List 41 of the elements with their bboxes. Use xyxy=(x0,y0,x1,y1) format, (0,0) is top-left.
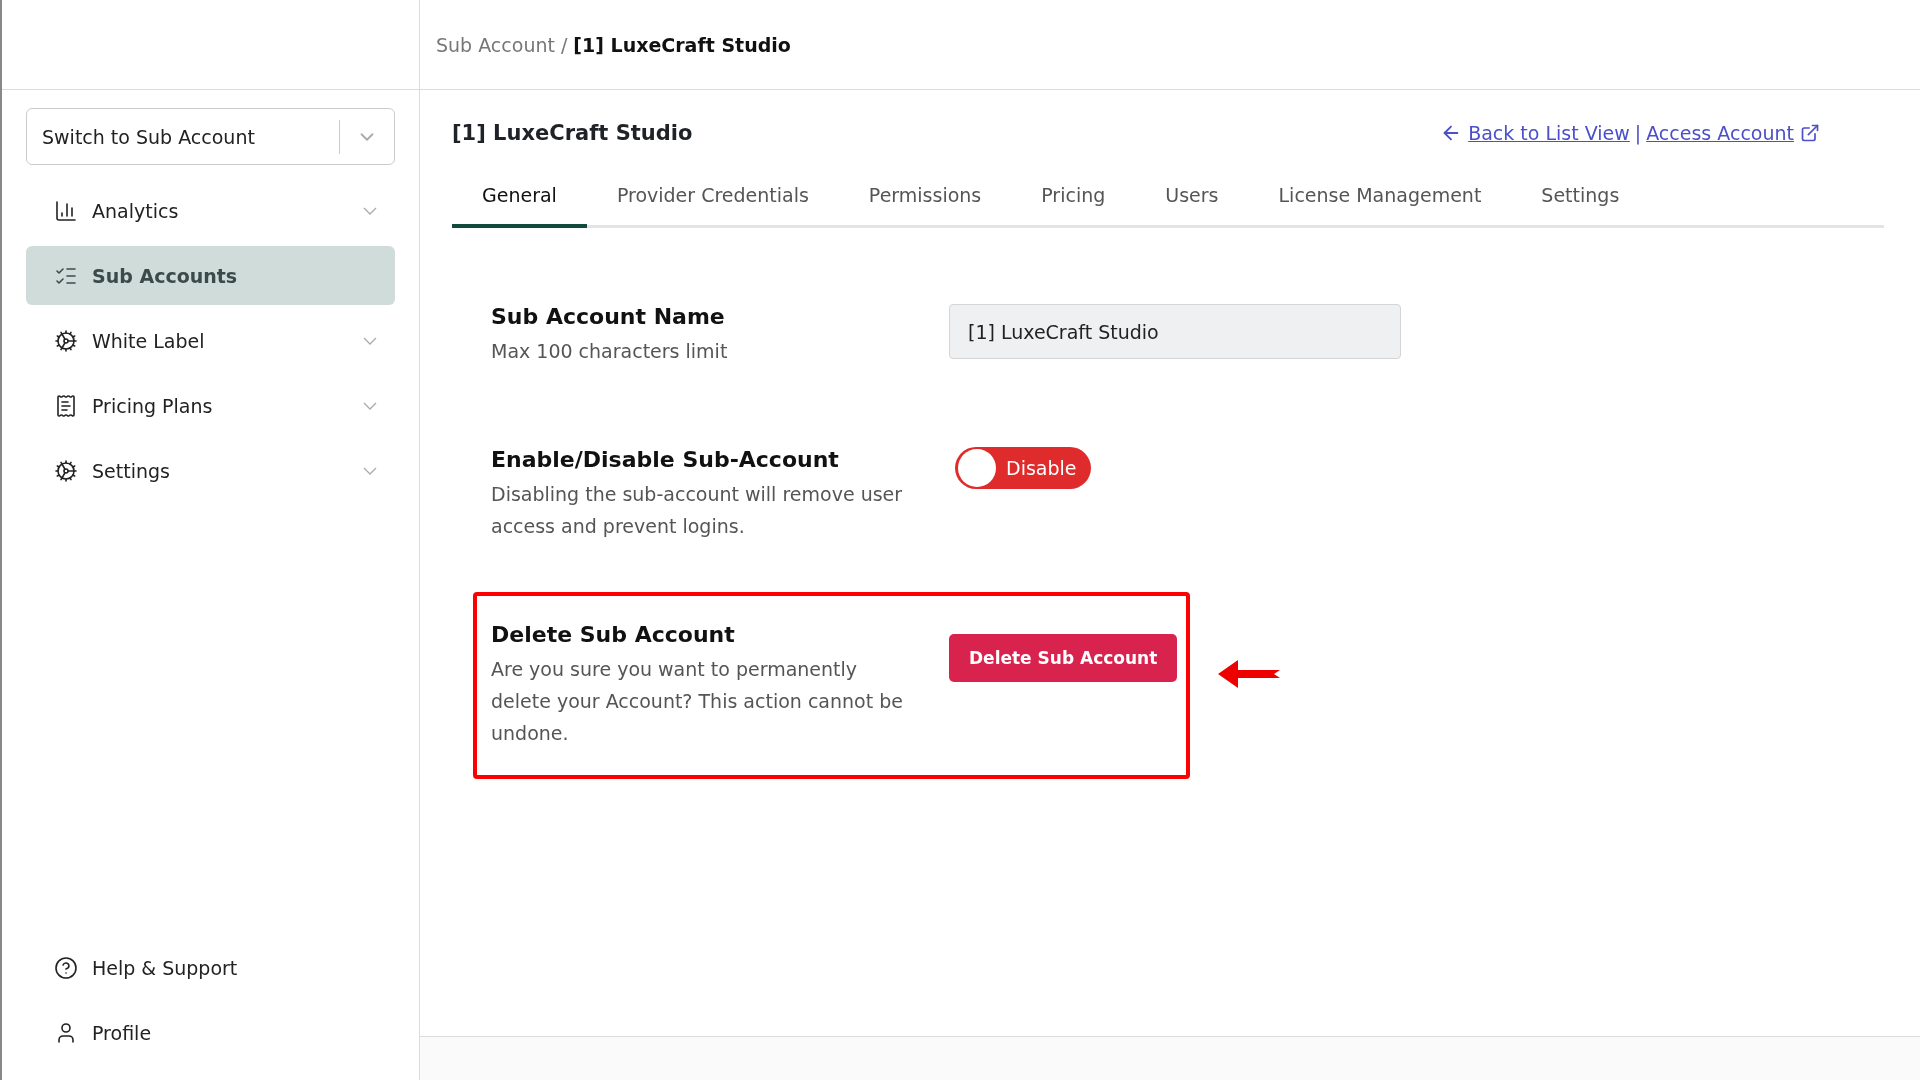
external-link-icon xyxy=(1800,123,1820,143)
section-description: Disabling the sub-account will remove user access and prevent logins. xyxy=(491,482,904,539)
sidebar-item[interactable]: White Label xyxy=(26,311,395,370)
sidebar-item[interactable]: Settings xyxy=(26,441,395,500)
tab[interactable]: Users xyxy=(1135,170,1249,228)
sidebar-item[interactable]: Pricing Plans xyxy=(26,376,395,435)
help-icon xyxy=(54,955,78,980)
page-title: [1] LuxeCraft Studio xyxy=(452,121,693,145)
enable-toggle[interactable]: Disable xyxy=(955,447,1091,489)
tab[interactable]: Pricing xyxy=(1011,170,1136,228)
section-title: Sub Account Name xyxy=(491,304,726,329)
chevron-down-icon xyxy=(363,466,377,475)
receipt-icon xyxy=(54,393,78,418)
bar-chart-icon xyxy=(54,198,78,223)
breadcrumb-separator: / xyxy=(560,33,568,56)
name-input-field[interactable]: [1] LuxeCraft Studio xyxy=(949,304,1401,359)
sidebar-item[interactable]: Sub Accounts xyxy=(26,246,395,305)
sidebar-item[interactable]: Analytics xyxy=(26,181,395,240)
section-title: Delete Sub Account xyxy=(491,622,736,647)
delete-button[interactable]: Delete Sub Account xyxy=(949,634,1178,682)
link-separator: | xyxy=(1634,122,1642,144)
access-account-link[interactable]: Access Account xyxy=(1646,122,1820,144)
sub-account-select[interactable]: Switch to Sub Account xyxy=(26,108,395,165)
chevron-down-icon xyxy=(363,206,377,215)
breadcrumb-link[interactable]: Sub Account xyxy=(436,33,555,56)
gear-icon xyxy=(54,328,78,353)
gear-icon xyxy=(54,458,78,483)
section-description: Are you sure you want to permanently delete your Account? This action cannot be undone. xyxy=(491,657,904,746)
tab[interactable]: Permissions xyxy=(838,170,1012,228)
sidebar-item[interactable]: Help & Support xyxy=(26,938,395,997)
section-description: Max 100 characters limit xyxy=(491,339,729,364)
tab[interactable]: Settings xyxy=(1511,170,1650,228)
chevron-down-icon xyxy=(363,336,377,345)
tab[interactable]: General xyxy=(452,170,587,228)
sidebar-item[interactable]: Profile xyxy=(26,1003,395,1062)
back-link[interactable]: Back to List View xyxy=(1440,122,1630,144)
section-title: Enable/Disable Sub-Account xyxy=(491,447,840,472)
tab[interactable]: Provider Credentials xyxy=(586,170,839,228)
tab[interactable]: License Management xyxy=(1248,170,1512,228)
chevron-down-icon xyxy=(363,401,377,410)
breadcrumb-current: [1] LuxeCraft Studio xyxy=(573,33,791,56)
